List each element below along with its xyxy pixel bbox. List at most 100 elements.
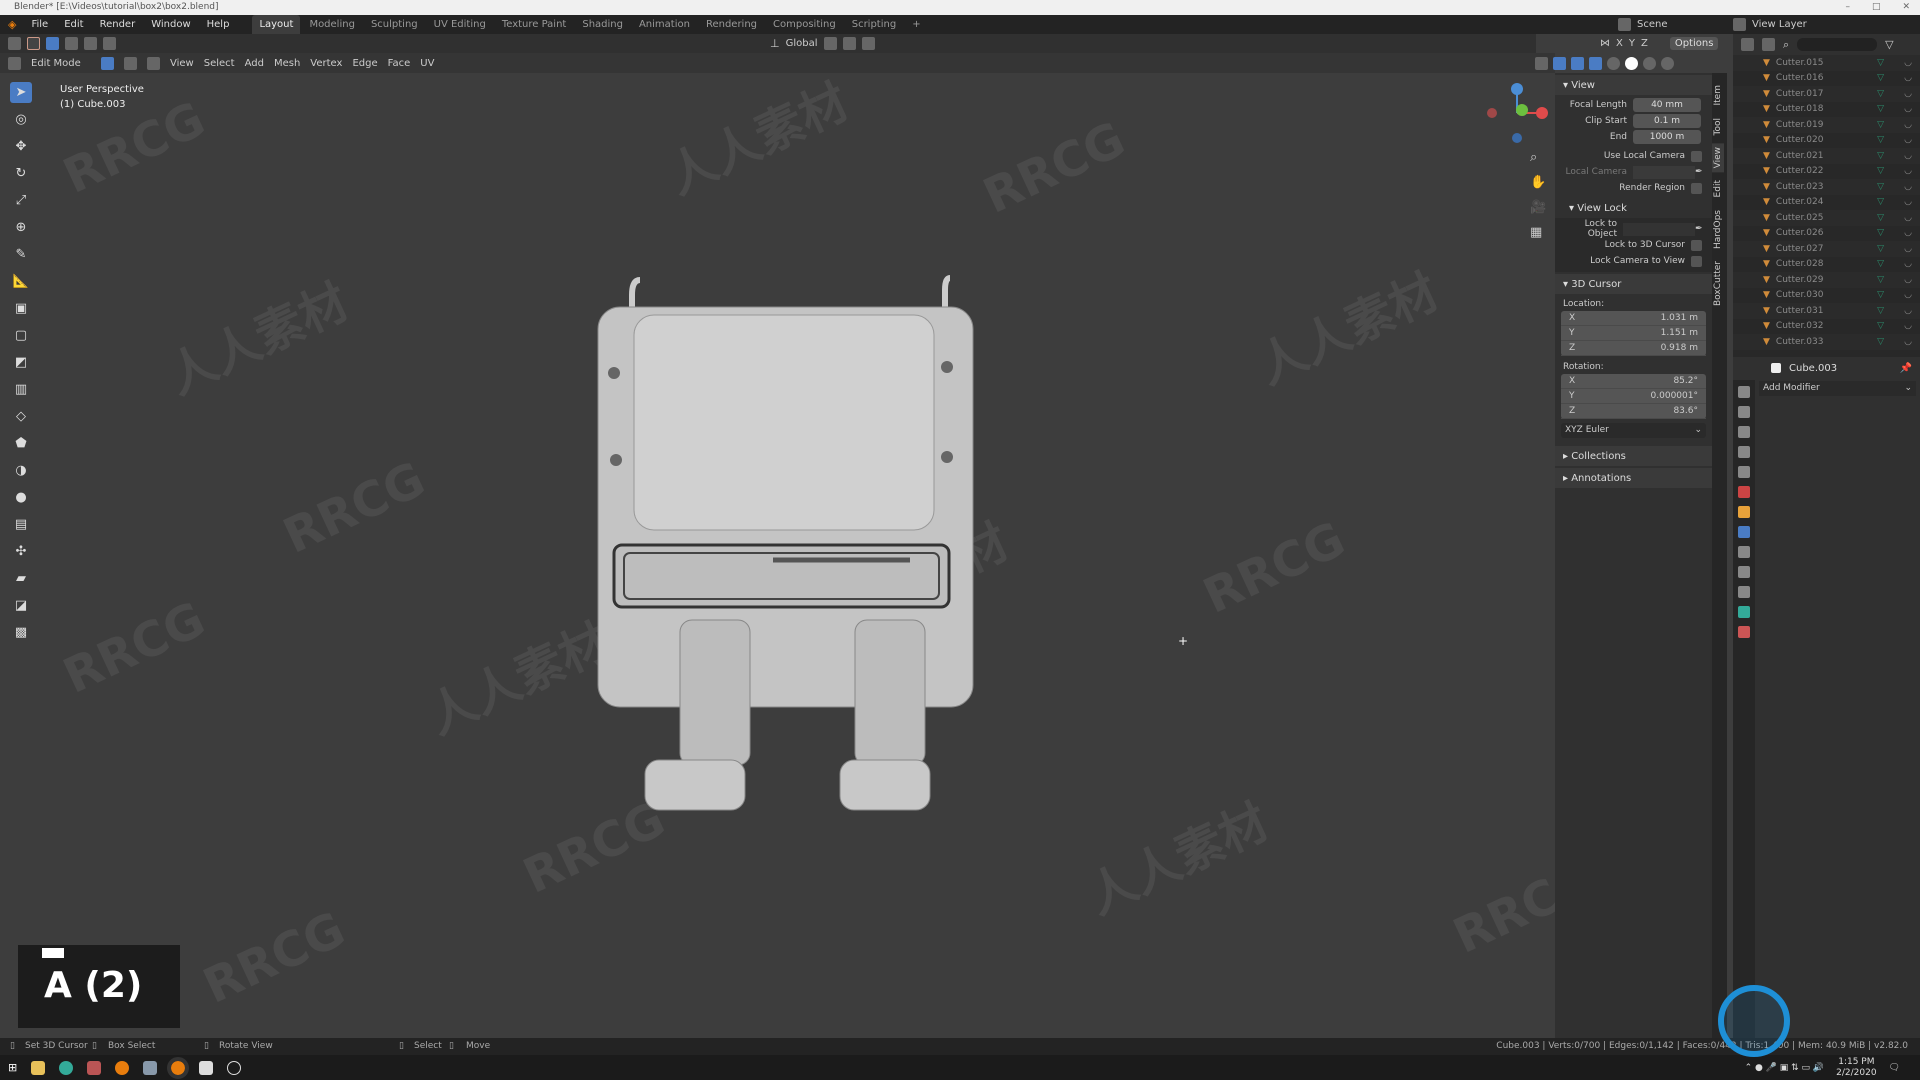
select-tool-icon[interactable] bbox=[27, 37, 40, 50]
select-mode-invert-icon[interactable] bbox=[103, 37, 116, 50]
tool-tab-icon[interactable] bbox=[1738, 386, 1750, 398]
location-y[interactable]: 1.151 m bbox=[1661, 326, 1698, 340]
outliner-item[interactable]: ▼ Cutter.015 ▽ ◡ bbox=[1733, 55, 1920, 71]
minimize-button[interactable]: – bbox=[1845, 0, 1850, 15]
tray-icons[interactable]: ⌃ ● 🎤 ▣ ⇅ ▭ 🔊 bbox=[1745, 1063, 1825, 1073]
windows-start-icon[interactable]: ⊞ bbox=[8, 1061, 17, 1074]
visibility-eye-icon[interactable]: ◡ bbox=[1904, 73, 1912, 83]
spin-icon[interactable]: ◑ bbox=[10, 460, 32, 481]
outliner-item-name[interactable]: Cutter.023 bbox=[1776, 182, 1824, 192]
visibility-eye-icon[interactable]: ◡ bbox=[1904, 275, 1912, 285]
blender-taskbar-icon[interactable] bbox=[115, 1060, 130, 1075]
blender-logo-icon[interactable]: ◈ bbox=[8, 18, 16, 31]
filter-icon[interactable] bbox=[1762, 38, 1775, 51]
material-tab-icon[interactable] bbox=[1738, 626, 1750, 638]
transform-pivot-icon[interactable] bbox=[8, 37, 21, 50]
render-tab-icon[interactable] bbox=[1738, 406, 1750, 418]
outliner-item[interactable]: ▼ Cutter.020 ▽ ◡ bbox=[1733, 133, 1920, 149]
outliner-item-name[interactable]: Cutter.027 bbox=[1776, 244, 1824, 254]
scene-icon[interactable] bbox=[1618, 18, 1631, 31]
visibility-eye-icon[interactable]: ◡ bbox=[1904, 135, 1912, 145]
obs-icon[interactable] bbox=[227, 1060, 242, 1075]
orientation-dropdown[interactable]: Global bbox=[786, 38, 818, 49]
menu-select[interactable]: Select bbox=[204, 58, 235, 69]
clip-start-field[interactable]: 0.1 m bbox=[1633, 114, 1701, 128]
select-box-icon[interactable]: ➤ bbox=[10, 82, 32, 103]
object-tab-icon[interactable] bbox=[1738, 506, 1750, 518]
menu-uv[interactable]: UV bbox=[420, 58, 434, 69]
outliner-item-name[interactable]: Cutter.020 bbox=[1776, 135, 1824, 145]
navigation-gizmo[interactable] bbox=[1480, 80, 1550, 145]
menu-vertex[interactable]: Vertex bbox=[310, 58, 342, 69]
output-tab-icon[interactable] bbox=[1738, 426, 1750, 438]
rotate-icon[interactable]: ↻ bbox=[10, 163, 32, 184]
physics-tab-icon[interactable] bbox=[1738, 566, 1750, 578]
visibility-eye-icon[interactable]: ◡ bbox=[1904, 58, 1912, 68]
select-mode-new-icon[interactable] bbox=[46, 37, 59, 50]
blender-active-taskbar-icon[interactable] bbox=[167, 1056, 190, 1079]
constraints-tab-icon[interactable] bbox=[1738, 586, 1750, 598]
material-shading-icon[interactable] bbox=[1643, 56, 1656, 70]
outliner-item-name[interactable]: Cutter.021 bbox=[1776, 151, 1824, 161]
xray-icon[interactable] bbox=[1589, 56, 1602, 70]
view-layer-tab-icon[interactable] bbox=[1738, 446, 1750, 458]
tab-tool[interactable]: Tool bbox=[1712, 114, 1724, 139]
face-select-icon[interactable] bbox=[147, 56, 160, 70]
tab-texture-paint[interactable]: Texture Paint bbox=[495, 15, 574, 34]
file-explorer-icon[interactable] bbox=[31, 1060, 46, 1075]
select-mode-extend-icon[interactable] bbox=[65, 37, 78, 50]
camera-view-icon[interactable]: 🎥 bbox=[1530, 200, 1546, 215]
outliner-item-name[interactable]: Cutter.022 bbox=[1776, 166, 1824, 176]
use-local-camera-checkbox[interactable] bbox=[1691, 150, 1702, 162]
menu-render[interactable]: Render bbox=[93, 15, 143, 34]
tab-layout[interactable]: Layout bbox=[252, 15, 301, 34]
scene-tab-icon[interactable] bbox=[1738, 466, 1750, 478]
robot-mesh-model[interactable] bbox=[590, 255, 980, 815]
vertex-select-icon[interactable] bbox=[101, 56, 114, 70]
visibility-eye-icon[interactable]: ◡ bbox=[1904, 120, 1912, 130]
outliner-item[interactable]: ▼ Cutter.030 ▽ ◡ bbox=[1733, 288, 1920, 304]
wireframe-shading-icon[interactable] bbox=[1607, 56, 1620, 70]
outliner-item[interactable]: ▼ Cutter.027 ▽ ◡ bbox=[1733, 241, 1920, 257]
cursor-icon[interactable]: ◎ bbox=[10, 109, 32, 130]
select-mode-subtract-icon[interactable] bbox=[84, 37, 97, 50]
outliner-item[interactable]: ▼ Cutter.031 ▽ ◡ bbox=[1733, 303, 1920, 319]
transform-icon[interactable]: ⊕ bbox=[10, 217, 32, 238]
visibility-eye-icon[interactable]: ◡ bbox=[1904, 259, 1912, 269]
visibility-eye-icon[interactable]: ◡ bbox=[1904, 228, 1912, 238]
visibility-eye-icon[interactable]: ◡ bbox=[1904, 290, 1912, 300]
tab-item[interactable]: Item bbox=[1712, 81, 1724, 110]
inset-icon[interactable]: ▢ bbox=[10, 325, 32, 346]
pivot-icon[interactable] bbox=[823, 37, 837, 50]
render-region-checkbox[interactable] bbox=[1691, 182, 1702, 194]
3d-cursor-header[interactable]: ▾ 3D Cursor bbox=[1555, 274, 1712, 294]
zoom-icon[interactable]: ⌕ bbox=[1530, 150, 1546, 165]
outliner-item-name[interactable]: Cutter.026 bbox=[1776, 228, 1824, 238]
rotation-z[interactable]: 83.6° bbox=[1673, 404, 1698, 418]
editor-type-icon[interactable] bbox=[8, 56, 21, 70]
measure-icon[interactable]: 📐 bbox=[10, 271, 32, 292]
local-camera-field[interactable] bbox=[1633, 165, 1695, 179]
tab-hardops[interactable]: HardOps bbox=[1712, 206, 1724, 253]
close-button[interactable]: ✕ bbox=[1902, 0, 1910, 15]
tab-modeling[interactable]: Modeling bbox=[302, 15, 362, 34]
add-modifier-dropdown[interactable]: Add Modifier ⌄ bbox=[1759, 381, 1916, 396]
clip-end-field[interactable]: 1000 m bbox=[1633, 130, 1701, 144]
display-mode-icon[interactable] bbox=[1741, 38, 1754, 51]
app3-icon[interactable] bbox=[199, 1060, 214, 1075]
tab-shading[interactable]: Shading bbox=[575, 15, 630, 34]
clock-time[interactable]: 1:15 PM bbox=[1836, 1057, 1876, 1068]
extrude-icon[interactable]: ▣ bbox=[10, 298, 32, 319]
visibility-eye-icon[interactable]: ◡ bbox=[1904, 321, 1912, 331]
view-layer-selector[interactable]: View Layer bbox=[1752, 19, 1807, 30]
outliner-item-name[interactable]: Cutter.015 bbox=[1776, 58, 1824, 68]
outliner-item-name[interactable]: Cutter.018 bbox=[1776, 104, 1824, 114]
tab-compositing[interactable]: Compositing bbox=[766, 15, 843, 34]
visibility-eye-icon[interactable]: ◡ bbox=[1904, 89, 1912, 99]
solid-shading-icon[interactable] bbox=[1625, 56, 1638, 70]
tab-edit[interactable]: Edit bbox=[1712, 176, 1724, 201]
outliner-item[interactable]: ▼ Cutter.021 ▽ ◡ bbox=[1733, 148, 1920, 164]
outliner-item-name[interactable]: Cutter.028 bbox=[1776, 259, 1824, 269]
tab-sculpting[interactable]: Sculpting bbox=[364, 15, 425, 34]
gizmo-icon[interactable] bbox=[1553, 56, 1566, 70]
